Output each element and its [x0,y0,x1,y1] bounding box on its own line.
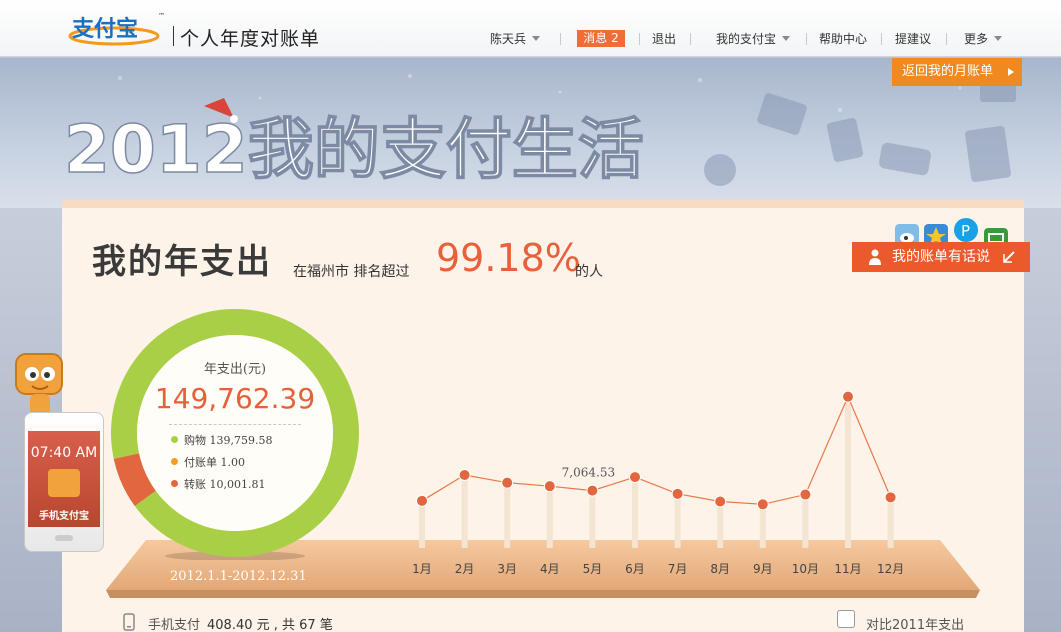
chevron-down-icon [782,36,791,41]
month-pillar-3 [504,482,511,548]
user-menu[interactable]: 陈天兵 [490,30,541,48]
value-annotation: 7,064.53 [562,466,615,480]
month-pillar-11 [845,396,851,548]
user-icon [869,249,881,265]
month-label: 7月 [668,562,688,576]
data-point-1[interactable] [416,494,428,507]
nav-divider [881,33,882,45]
return-label: 返回我的月账单 [902,64,994,79]
phone-screen: 07:40 AM 手机支付宝 [28,431,100,527]
phone-app-label: 手机支付宝 [39,511,89,522]
my-alipay-menu[interactable]: 我的支付宝 [716,30,791,48]
rank-percent: 99.18% [436,236,581,280]
legend-transfer: 转账 10,001.81 [171,476,265,492]
return-monthly-bill-button[interactable]: 返回我的月账单 [892,58,1022,86]
compare-2011-checkbox[interactable] [837,610,855,628]
month-pillar-12 [887,497,894,548]
chevron-down-icon [994,36,1003,41]
month-label: 4月 [540,562,560,576]
nav-divider [946,33,947,45]
month-pillar-7 [674,493,681,548]
city-rank-text: 在福州市 排名超过 [293,264,410,280]
legend-dot [171,480,178,487]
wallet-icon [48,469,80,497]
donut-center-info: 年支出(元) 149,762.39 购物 139,759.58 付账单 1.00… [149,346,321,518]
month-pillar-4 [546,486,553,548]
month-pillar-1 [419,500,425,548]
month-pillar-8 [717,501,724,548]
month-label: 9月 [753,562,773,576]
data-point-7[interactable] [671,487,684,500]
logout-link[interactable]: 退出 [652,30,676,48]
data-point-11[interactable] [842,390,854,403]
trademark-mark: ™ [158,12,165,20]
svg-text:支付宝: 支付宝 [72,16,138,42]
month-label: 5月 [583,562,603,576]
bill-comment-button[interactable]: 我的账单有话说 [852,242,1030,272]
data-point-9[interactable] [756,498,769,511]
month-label: 6月 [625,562,645,576]
annual-spending-total: 149,762.39 [154,382,316,415]
page-title: 个人年度对账单 [180,28,321,50]
chevron-down-icon [532,36,541,41]
more-label: 更多 [964,32,989,46]
mobile-phone-icon [123,613,135,631]
month-label: 10月 [792,562,819,576]
legend-shopping: 购物 139,759.58 [171,432,272,448]
month-label: 3月 [497,562,517,576]
messages-button[interactable]: 消息 2 [577,30,625,47]
banner-headline: 2012我的支付生活 [64,98,644,189]
nav-divider [560,33,561,45]
month-pillar-2 [461,475,468,548]
triangle-right-icon [1008,68,1014,76]
date-range: 2012.1.1-2012.12.31 [170,569,307,584]
phone-time: 07:40 AM [30,445,98,461]
top-navigation-bar: 支付宝 ™ 个人年度对账单 陈天兵 消息 2 退出 我的支付宝 帮助中心 提建议… [0,0,1061,57]
center-divider [169,424,301,425]
svg-text:P: P [961,222,970,240]
data-point-3[interactable] [501,476,514,489]
data-point-10[interactable] [799,488,812,501]
title-divider [173,26,174,46]
help-center-link[interactable]: 帮助中心 [819,30,867,48]
data-point-5[interactable] [586,484,599,497]
data-point-8[interactable] [714,495,727,508]
annual-spending-label: 年支出(元) [203,362,267,377]
data-point-4[interactable] [543,480,556,493]
nav-divider [639,33,640,45]
month-pillar-10 [802,494,809,548]
data-point-12[interactable] [884,491,897,504]
month-pillar-6 [632,477,638,548]
my-alipay-label: 我的支付宝 [716,32,777,46]
legend-bills: 付账单 1.00 [171,454,245,470]
compare-2011-label: 对比2011年支出 [866,618,965,632]
mobile-payment-label: 手机支付 [148,618,201,632]
legend-dot [171,436,178,443]
user-name: 陈天兵 [490,32,527,46]
legend-dot [171,458,178,465]
month-label: 12月 [877,562,904,576]
month-label: 8月 [710,562,730,576]
suggestion-link[interactable]: 提建议 [895,30,931,48]
month-pillar-5 [589,490,596,548]
pengyou-icon[interactable]: P [954,218,978,242]
mobile-payment-amount: 408.40 元 , 共 67 笔 [207,618,333,632]
data-point-6[interactable] [629,471,641,484]
nav-divider [806,33,807,45]
bill-comment-label: 我的账单有话说 [892,249,990,265]
month-pillar-9 [759,504,766,548]
section-title: 我的年支出 [92,242,272,282]
month-label: 11月 [834,562,861,576]
month-label: 2月 [455,562,475,576]
rank-suffix: 的人 [575,264,603,280]
nav-divider [690,33,691,45]
alipay-logo[interactable]: 支付宝 [68,14,164,46]
pen-icon [1003,251,1015,263]
more-menu[interactable]: 更多 [964,30,1003,48]
phone-home-button [55,535,73,541]
data-point-2[interactable] [458,469,471,481]
month-label: 1月 [412,562,432,576]
mobile-alipay-promo[interactable]: 07:40 AM 手机支付宝 [24,412,104,552]
svg-text:2012我的支付生活: 2012我的支付生活 [64,111,644,188]
